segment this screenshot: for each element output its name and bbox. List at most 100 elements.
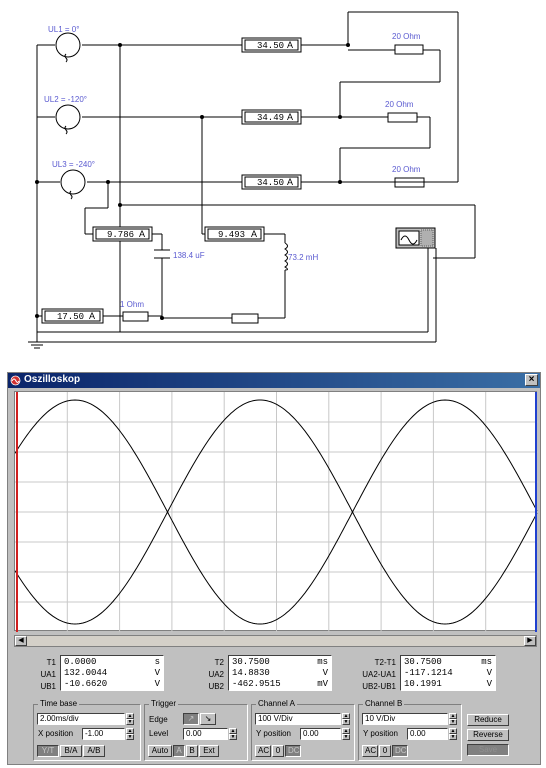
meas-value: -117.1214 bbox=[404, 668, 453, 678]
ammeter-unit: A bbox=[287, 112, 293, 122]
trigger-b-button[interactable]: B bbox=[186, 745, 198, 757]
ammeter-value: 9.786 bbox=[107, 230, 134, 240]
ammeter-1[interactable]: 34.50 A bbox=[241, 37, 302, 53]
meas-value: -462.9515 bbox=[232, 679, 281, 689]
channel-b-ypos-field[interactable]: 0.00 bbox=[407, 728, 448, 740]
ammeter-3[interactable]: 34.50 A bbox=[241, 174, 302, 190]
oscilloscope-component[interactable] bbox=[395, 227, 436, 249]
falling-edge-icon[interactable]: ↘ bbox=[200, 713, 216, 725]
trigger-level-spinner[interactable]: ▲ ▼ bbox=[229, 728, 237, 740]
ammeter-value: 34.49 bbox=[257, 113, 284, 123]
meas-value: 30.7500 bbox=[404, 657, 442, 667]
source-label-3: UL3 = -240° bbox=[52, 160, 95, 169]
yt-mode-button[interactable]: Y/T bbox=[37, 745, 59, 757]
ab-mode-button[interactable]: A/B bbox=[83, 745, 105, 757]
resistor-label-1: 20 Ohm bbox=[392, 32, 421, 41]
channel-a-ypos-field[interactable]: 0.00 bbox=[300, 728, 341, 740]
meas-unit: ms bbox=[317, 657, 328, 667]
timebase-scale-spinner[interactable]: ▲ ▼ bbox=[126, 713, 134, 725]
ammeter-unit: A bbox=[287, 40, 293, 50]
resistor-label-3: 20 Ohm bbox=[392, 165, 421, 174]
trigger-ext-button[interactable]: Ext bbox=[199, 745, 219, 757]
circuit-schematic: UL1 = 0° UL2 = -120° UL3 = -240° 34.50 A… bbox=[28, 11, 476, 349]
channel-a-dc-button[interactable]: DC bbox=[285, 745, 301, 757]
trigger-auto-button[interactable]: Auto bbox=[148, 745, 172, 757]
scroll-left-icon[interactable]: ◀ bbox=[15, 636, 27, 646]
channel-a-ac-button[interactable]: AC bbox=[255, 745, 271, 757]
ammeter-neutral[interactable]: 17.50 A bbox=[41, 308, 104, 324]
ammeter-value: 17.50 bbox=[57, 312, 84, 322]
channel-a-scale-spinner[interactable]: ▲ ▼ bbox=[342, 713, 350, 725]
ammeter-inductor[interactable]: 9.493 A bbox=[204, 226, 265, 242]
trigger-a-button[interactable]: A bbox=[173, 745, 185, 757]
ammeter-unit: A bbox=[139, 229, 145, 239]
ammeter-2[interactable]: 34.49 A bbox=[241, 109, 302, 125]
meas-value: -10.6620 bbox=[64, 679, 108, 689]
channel-b-dc-button[interactable]: DC bbox=[392, 745, 408, 757]
meas-label: UB2 bbox=[208, 682, 224, 691]
source-label-2: UL2 = -120° bbox=[44, 95, 87, 104]
scroll-right-icon[interactable]: ▶ bbox=[524, 636, 536, 646]
channel-a-ypos-spinner[interactable]: ▲ ▼ bbox=[342, 728, 350, 740]
timebase-scale-field[interactable]: 2.00ms/div bbox=[37, 713, 125, 725]
window-title: Oszilloskop bbox=[24, 374, 81, 385]
meas-value: 30.7500 bbox=[232, 657, 270, 667]
ammeter-value: 9.493 bbox=[218, 230, 245, 240]
meas-unit: V bbox=[322, 668, 328, 678]
meas-label: UB1 bbox=[40, 682, 56, 691]
meas-value: 0.0000 bbox=[64, 657, 97, 667]
timebase-title: Time base bbox=[38, 699, 80, 708]
capacitor-label: 138.4 uF bbox=[173, 251, 205, 260]
meas-label: T2-T1 bbox=[374, 658, 396, 667]
close-button[interactable]: × bbox=[525, 374, 538, 386]
channel-a-zero-button[interactable]: 0 bbox=[272, 745, 284, 757]
channel-b-ac-button[interactable]: AC bbox=[362, 745, 378, 757]
level-label: Level bbox=[149, 729, 169, 738]
xpos-spinner[interactable]: ▲ ▼ bbox=[126, 728, 134, 740]
channel-b-ypos-spinner[interactable]: ▲ ▼ bbox=[449, 728, 457, 740]
xpos-label: X position bbox=[38, 729, 74, 738]
trigger-level-field[interactable]: 0.00 bbox=[183, 728, 228, 740]
meas-label: T1 bbox=[46, 658, 56, 667]
channel-a-group: Channel A 100 V/Div ▲ ▼ Y position 0.00 ▲… bbox=[251, 699, 355, 761]
meas-label: UA1 bbox=[40, 670, 56, 679]
ammeter-unit: A bbox=[251, 229, 257, 239]
meas-label: UA2 bbox=[208, 670, 224, 679]
ammeter-unit: A bbox=[89, 311, 95, 321]
title-bar[interactable]: Oszilloskop × bbox=[8, 373, 540, 388]
channel-a-scale-field[interactable]: 100 V/Div bbox=[255, 713, 341, 725]
reduce-button[interactable]: Reduce bbox=[467, 714, 509, 726]
cursor1-readout: T1 UA1 UB1 0.0000 s 132.0044 V -10.6620 V bbox=[28, 655, 168, 695]
waveform-plot bbox=[14, 392, 538, 632]
channel-b-group: Channel B 10 V/Div ▲ ▼ Y position 0.00 ▲ ▼… bbox=[358, 699, 462, 761]
xpos-field[interactable]: -1.00 bbox=[82, 728, 125, 740]
channel-a-ypos-label: Y position bbox=[256, 729, 291, 738]
oscilloscope-window: Oszilloskop × ◀ ▶ T1 UA1 UB1 0.0000 s 132… bbox=[7, 372, 541, 765]
meas-unit: ms bbox=[481, 657, 492, 667]
meas-label: UA2-UA1 bbox=[362, 670, 396, 679]
meas-unit: V bbox=[154, 668, 160, 678]
meas-unit: mV bbox=[317, 679, 328, 689]
oscilloscope-app-icon bbox=[10, 375, 21, 386]
ammeter-capacitor[interactable]: 9.786 A bbox=[92, 226, 153, 242]
ammeter-unit: A bbox=[287, 177, 293, 187]
save-button[interactable]: Save bbox=[467, 744, 509, 756]
cursor-difference-readout: T2-T1 UA2-UA1 UB2-UB1 30.7500 ms -117.121… bbox=[348, 655, 536, 695]
meas-value: 132.0044 bbox=[64, 668, 108, 678]
ba-mode-button[interactable]: B/A bbox=[60, 745, 82, 757]
channel-b-scale-spinner[interactable]: ▲ ▼ bbox=[449, 713, 457, 725]
trigger-title: Trigger bbox=[149, 699, 179, 708]
trigger-group: Trigger Edge ↗ ↘ Level 0.00 ▲ ▼ Auto A B … bbox=[144, 699, 248, 761]
cursor2-readout: T2 UA2 UB2 30.7500 ms 14.8830 V -462.9515 m… bbox=[196, 655, 336, 695]
channel-b-scale-field[interactable]: 10 V/Div bbox=[362, 713, 448, 725]
source-label-1: UL1 = 0° bbox=[48, 25, 79, 34]
edge-label: Edge bbox=[149, 715, 168, 724]
reverse-button[interactable]: Reverse bbox=[467, 729, 509, 741]
channel-b-zero-button[interactable]: 0 bbox=[379, 745, 391, 757]
ammeter-value: 34.50 bbox=[257, 178, 284, 188]
rising-edge-icon[interactable]: ↗ bbox=[183, 713, 199, 725]
meas-unit: V bbox=[486, 668, 492, 678]
inductor-label: 73.2 mH bbox=[288, 253, 318, 262]
scope-display bbox=[14, 391, 538, 632]
horizontal-scrollbar[interactable]: ◀ ▶ bbox=[14, 635, 537, 647]
